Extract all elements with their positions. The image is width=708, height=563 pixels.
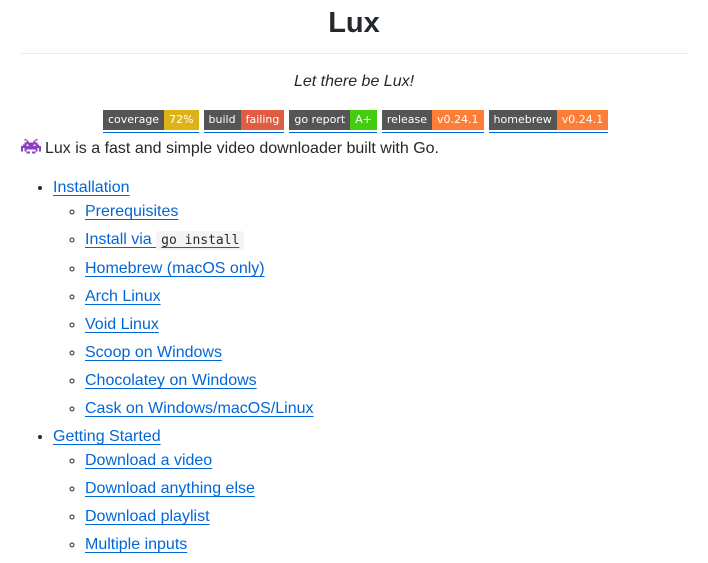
toc-link-void-linux[interactable]: Void Linux [85,316,159,333]
list-item: Install via go install [85,230,314,251]
badge-value: failing [240,110,285,130]
badge-label: homebrew [488,110,557,130]
badge-value: v0.24.1 [556,110,609,130]
coverage-badge[interactable]: coverage 72% [103,110,199,133]
toc-link-multiple-inputs[interactable]: Multiple inputs [85,536,187,553]
toc-sublist-installation: Prerequisites Install via go install Hom… [53,202,314,419]
toc-sublist-getting-started: Download a video Download anything else … [53,451,314,555]
badge-label: build [203,110,241,130]
toc-link-prerequisites[interactable]: Prerequisites [85,203,178,220]
badge-label: coverage [103,110,165,130]
list-item: Prerequisites [85,202,314,222]
list-item: Download anything else [85,479,314,499]
toc-link-installation[interactable]: Installation [53,179,130,196]
badge-row: coverage 72% build failing go report A+ rel… [103,110,609,134]
toc-link-download-playlist[interactable]: Download playlist [85,508,210,525]
toc-link-scoop[interactable]: Scoop on Windows [85,344,222,361]
homebrew-badge[interactable]: homebrew v0.24.1 [488,110,609,133]
badge-value: v0.24.1 [432,110,484,130]
toc-link-download-video[interactable]: Download a video [85,452,212,469]
go-report-badge[interactable]: go report A+ [289,110,377,133]
release-badge[interactable]: release v0.24.1 [381,110,484,133]
toc-link-install-via-go-install[interactable]: Install via go install [85,231,245,250]
tagline: Let there be Lux! [293,73,415,90]
toc-link-getting-started[interactable]: Getting Started [53,428,161,445]
list-item: Scoop on Windows [85,343,314,363]
inline-code: go install [156,231,245,250]
intro-text: Lux is a fast and simple video downloade… [45,140,439,157]
list-item: Chocolatey on Windows [85,371,314,391]
page-title: Lux [328,7,380,39]
build-badge[interactable]: build failing [203,110,285,133]
list-item: Cask on Windows/macOS/Linux [85,399,314,419]
badge-value: A+ [350,110,377,130]
badge-label: release [381,110,433,130]
toc-link-cask[interactable]: Cask on Windows/macOS/Linux [85,400,314,417]
list-item: Void Linux [85,315,314,335]
title-divider [21,53,688,54]
toc-link-arch-linux[interactable]: Arch Linux [85,288,161,305]
toc-section-getting-started: Getting Started Download a video Downloa… [53,427,314,555]
toc-link-download-anything[interactable]: Download anything else [85,480,255,497]
link-text: Install via [85,231,157,248]
list-item: Download playlist [85,507,314,527]
toc-section-installation: Installation Prerequisites Install via g… [53,178,314,419]
badge-value: 72% [164,110,199,130]
list-item: Multiple inputs [85,535,314,555]
badge-label: go report [289,110,351,130]
list-item: Homebrew (macOS only) [85,259,314,279]
intro-paragraph: Lux is a fast and simple video downloade… [21,138,439,162]
space-invader-icon [21,138,41,162]
toc-link-chocolatey[interactable]: Chocolatey on Windows [85,372,257,389]
list-item: Arch Linux [85,287,314,307]
list-item: Download a video [85,451,314,471]
toc-link-homebrew[interactable]: Homebrew (macOS only) [85,260,265,277]
table-of-contents: Installation Prerequisites Install via g… [21,178,314,563]
